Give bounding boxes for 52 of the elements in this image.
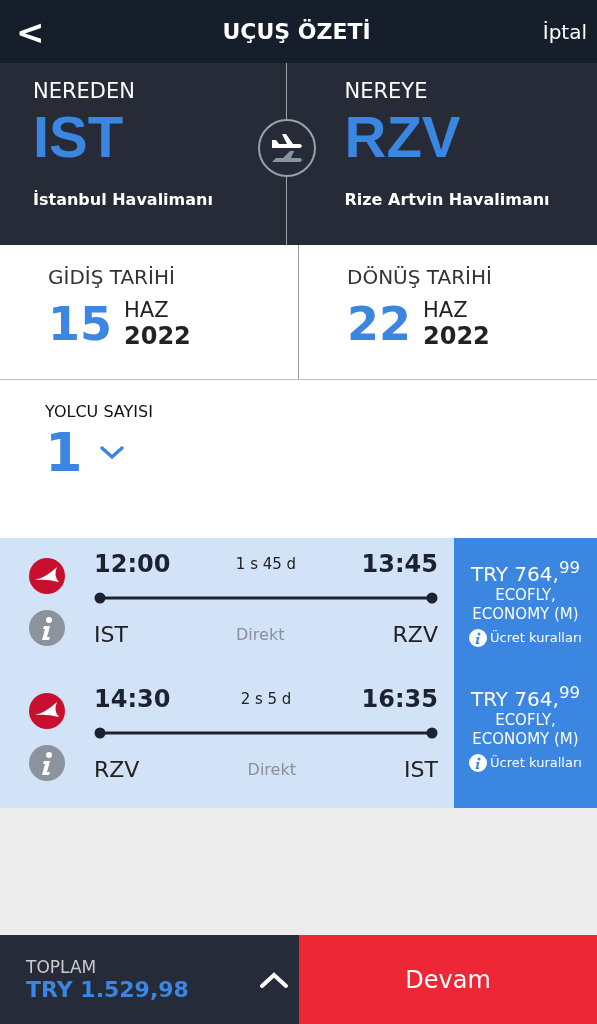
origin-airport: İstanbul Havalimanı: [33, 189, 213, 209]
arrival-time: 16:35: [361, 685, 438, 713]
info-icon[interactable]: [29, 610, 65, 646]
flight-duration: 2 s 5 d: [240, 690, 292, 708]
date-day: 22: [347, 297, 411, 351]
planes-icon[interactable]: [256, 118, 317, 178]
total-price: TRY 1.529,98: [26, 977, 189, 1002]
stop-info: Direkt: [247, 760, 296, 779]
departure-time: 14:30: [94, 685, 171, 713]
passenger-label: YOLCU SAYISI: [45, 402, 153, 421]
departure-airport: RZV: [94, 757, 140, 782]
departure-time: 12:00: [94, 550, 171, 578]
date-month: HAZ: [124, 298, 170, 322]
date-label: GİDİŞ TARİHİ: [48, 265, 175, 289]
page-title: UÇUŞ ÖZETİ: [222, 19, 371, 44]
destination-label: NEREYE: [344, 79, 428, 103]
arrival-airport: RZV: [392, 622, 438, 647]
arrival-time: 13:45: [361, 550, 438, 578]
info-icon: [469, 753, 488, 772]
price-panel[interactable]: TRY 764,$^{99}$ ECOFLY, ECONOMY (M) Ücret kuralları TRY 764,$^{99}$ ECOFLY, ECONOMY (M) Ücret kuralları: [454, 538, 597, 808]
date-label: DÖNÜŞ TARİHİ: [347, 265, 492, 289]
date-month: HAZ: [423, 298, 469, 322]
total-label: TOPLAM: [26, 957, 98, 977]
cancel-button[interactable]: İptal: [542, 19, 587, 44]
continue-button[interactable]: Devam: [299, 935, 597, 1024]
date-year: 2022: [423, 322, 490, 350]
date-year: 2022: [124, 322, 191, 350]
chevron-down-icon[interactable]: [98, 444, 125, 461]
fare-rules-link[interactable]: Ücret kuralları: [490, 630, 582, 646]
fare-price: TRY 764,$^{99}$: [470, 683, 581, 711]
chevron-up-icon[interactable]: [259, 970, 289, 989]
fare-price: TRY 764,$^{99}$: [470, 558, 581, 586]
fare-rules-link[interactable]: Ücret kuralları: [490, 755, 582, 771]
back-button[interactable]: <: [10, 11, 51, 52]
fare-brand: ECOFLY,: [495, 710, 556, 731]
date-day: 15: [48, 297, 112, 351]
destination-airport: Rize Artvin Havalimanı: [344, 189, 550, 209]
arrival-airport: IST: [404, 757, 438, 782]
stop-info: Direkt: [236, 625, 285, 644]
passenger-count[interactable]: 1: [45, 421, 83, 484]
flight-duration: 1 s 45 d: [235, 555, 297, 573]
info-icon: [469, 628, 488, 647]
destination-code[interactable]: RZV: [344, 107, 461, 168]
airline-logo-icon: [29, 558, 65, 594]
info-icon[interactable]: [29, 745, 65, 781]
cabin-class: ECONOMY (M): [472, 605, 579, 625]
cabin-class: ECONOMY (M): [472, 730, 579, 750]
origin-code[interactable]: IST: [33, 107, 124, 168]
departure-airport: IST: [94, 622, 128, 647]
origin-label: NEREDEN: [33, 79, 135, 103]
airline-logo-icon: [29, 693, 65, 729]
fare-brand: ECOFLY,: [495, 585, 556, 606]
